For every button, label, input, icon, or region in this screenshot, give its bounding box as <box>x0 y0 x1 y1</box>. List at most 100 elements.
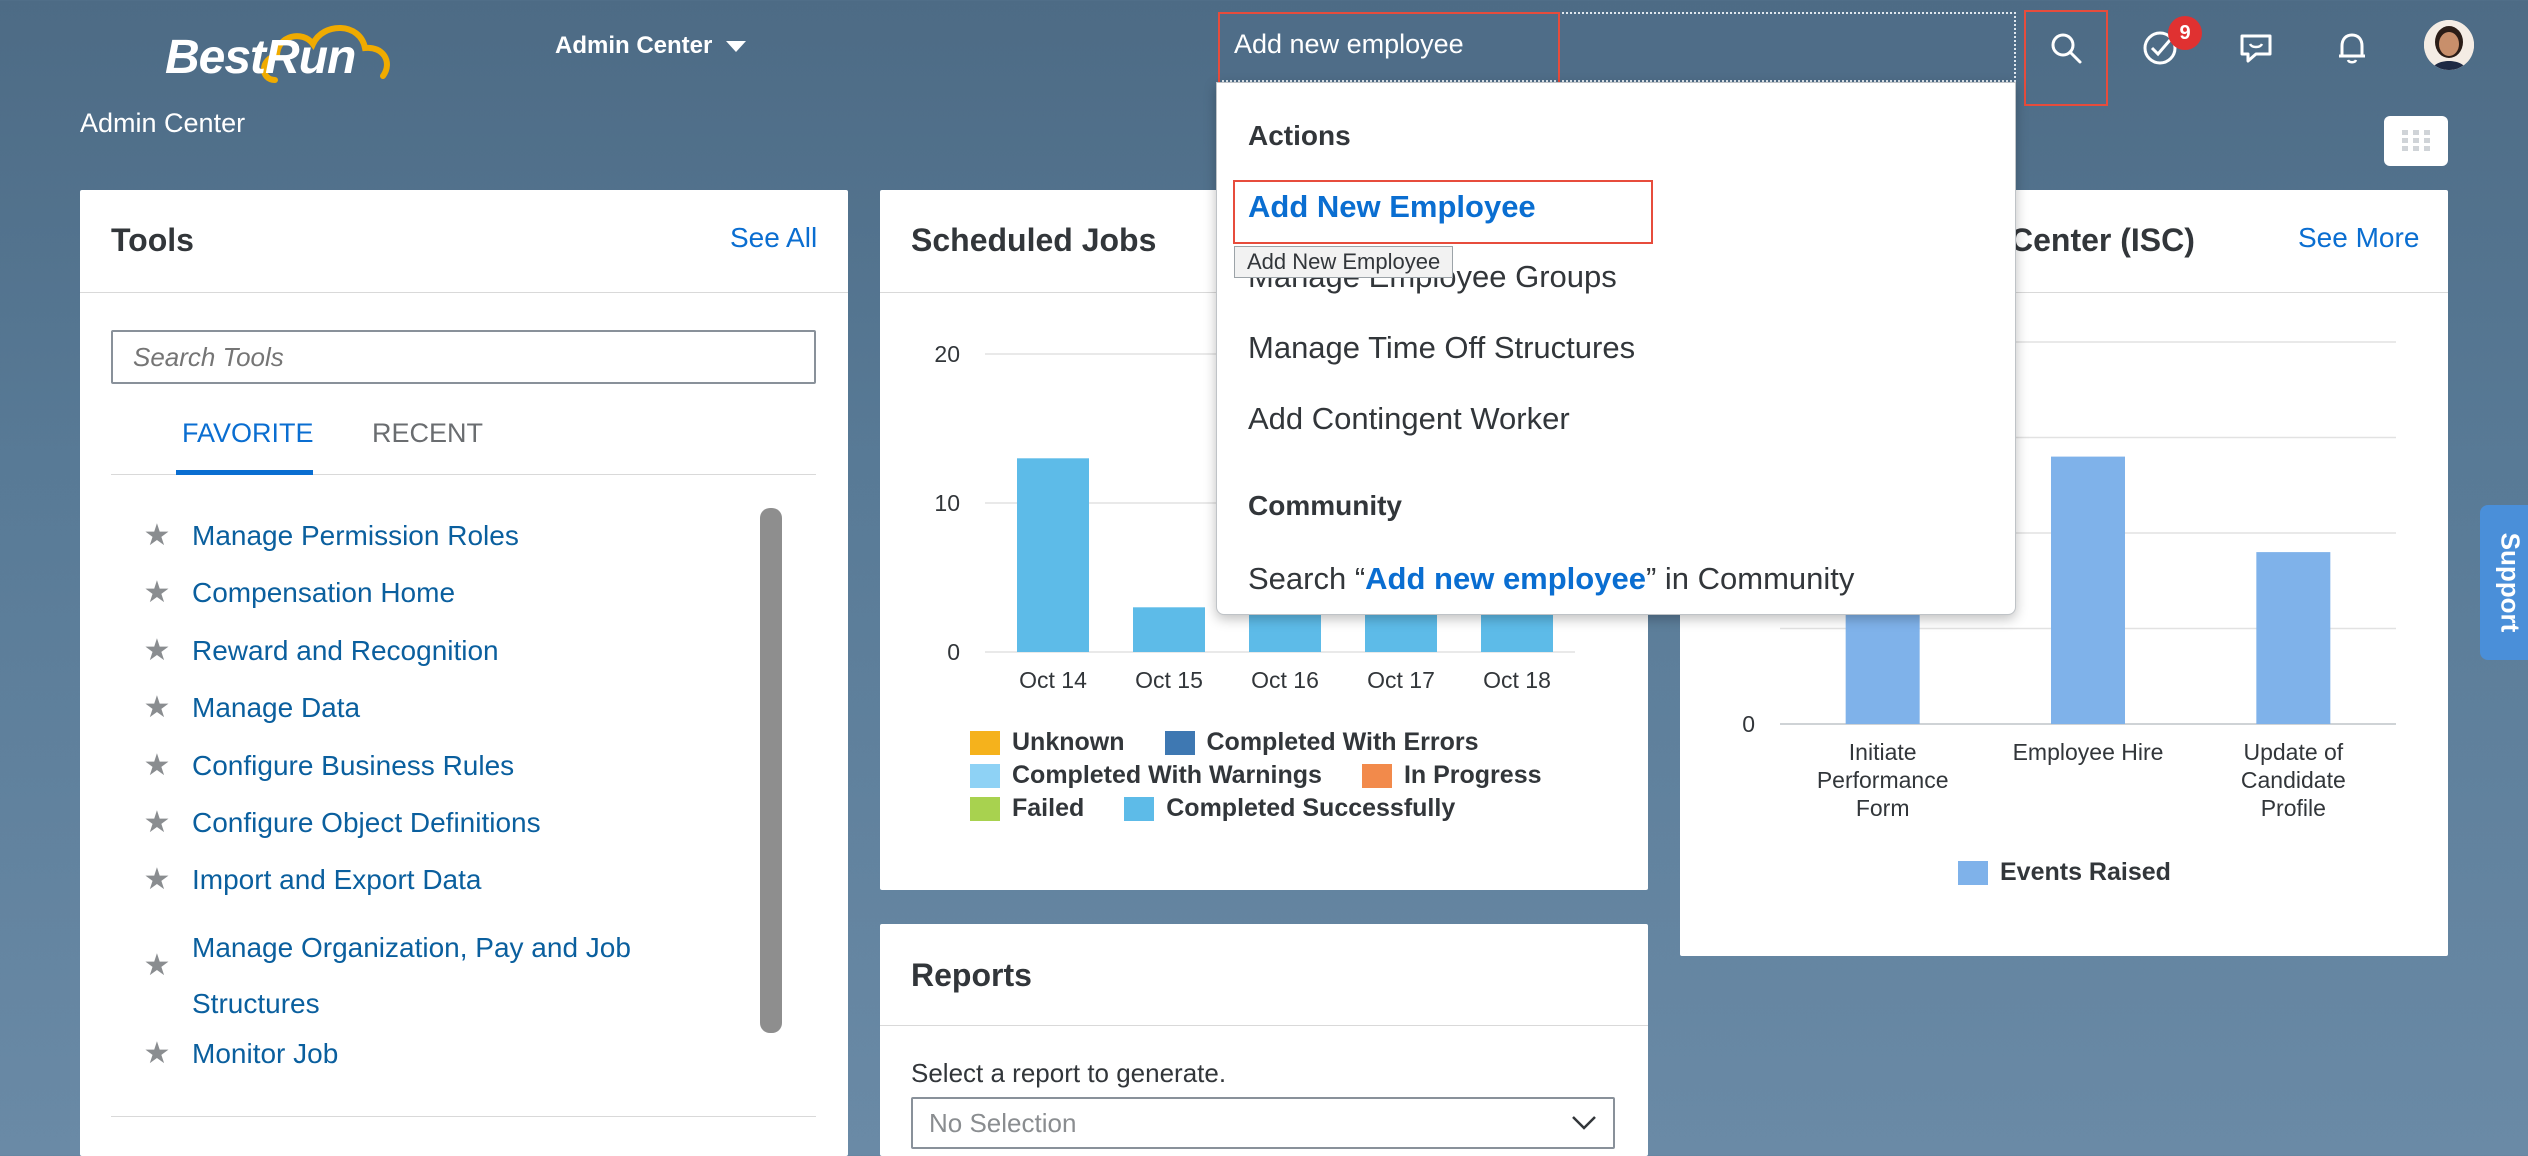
avatar[interactable] <box>2424 20 2474 70</box>
support-label: Support <box>2495 532 2526 633</box>
legend-label: Completed Successfully <box>1166 794 1456 822</box>
support-tab[interactable]: Support <box>2480 505 2528 660</box>
actions-header: Actions <box>1248 120 1351 151</box>
x-tick-label: Candidate <box>2241 767 2346 793</box>
tool-item-label-line: Structures <box>192 988 320 1019</box>
legend-swatch <box>1958 860 1988 885</box>
bar <box>1017 458 1089 652</box>
scrollbar[interactable] <box>760 508 782 1033</box>
legend-item: Completed Successfully <box>1124 794 1455 823</box>
report-select[interactable]: No Selection <box>911 1097 1615 1149</box>
legend-label: Events Raised <box>2000 858 2171 886</box>
reports-title: Reports <box>911 957 1032 993</box>
star-icon[interactable]: ★ <box>140 690 174 725</box>
tools-see-all-link[interactable]: See All <box>730 222 817 254</box>
bar <box>2051 456 2125 724</box>
x-tick-label: Form <box>1856 795 1910 821</box>
legend-swatch <box>970 796 1000 821</box>
bar <box>2256 552 2331 724</box>
y-tick-label: 0 <box>947 639 960 665</box>
community-suffix: ” in Community <box>1645 561 1855 596</box>
tool-item[interactable]: ★ Configure Object Definitions <box>140 805 760 840</box>
legend-swatch <box>970 763 1000 788</box>
chat-bubble-icon <box>2240 34 2272 63</box>
notification-badge: 9 <box>2168 16 2202 50</box>
report-select-value: No Selection <box>929 1107 1077 1138</box>
x-tick-label: Performance <box>1817 767 1949 793</box>
y-tick-label: 10 <box>934 490 960 516</box>
tile-layout-button[interactable] <box>2384 116 2448 166</box>
logo: BestRun <box>165 31 356 84</box>
divider <box>880 1025 1648 1026</box>
x-tick-label: Employee Hire <box>2013 739 2164 765</box>
tool-item-label: Monitor Job <box>192 1037 339 1069</box>
legend-item: In Progress <box>1361 761 1542 790</box>
legend-label: In Progress <box>1403 761 1542 789</box>
tab-recent[interactable]: RECENT <box>372 418 483 449</box>
suggestion-add-contingent-worker[interactable]: Add Contingent Worker <box>1248 401 1570 437</box>
y-tick-label: 0 <box>1742 711 1755 737</box>
search-icon <box>2051 33 2082 64</box>
x-tick-label: Profile <box>2261 795 2326 821</box>
tool-item-label: Reward and Recognition <box>192 634 499 666</box>
legend-swatch <box>1124 796 1155 821</box>
tab-favorite[interactable]: FAVORITE <box>182 418 314 449</box>
tool-item[interactable]: ★ Import and Export Data <box>140 862 760 897</box>
tool-item[interactable]: ★ Configure Business Rules <box>140 748 760 783</box>
tooltip: Add New Employee <box>1234 246 1454 278</box>
admin-center-menu[interactable]: Admin Center <box>555 32 747 60</box>
search-button[interactable] <box>2038 20 2094 76</box>
star-icon[interactable]: ★ <box>140 748 174 783</box>
star-icon[interactable]: ★ <box>140 633 174 668</box>
divider <box>111 1116 816 1117</box>
tools-title: Tools <box>111 222 194 258</box>
legend-item: Completed With Warnings <box>970 761 1322 790</box>
legend-swatch <box>970 730 1000 755</box>
chevron-down-icon <box>726 40 747 52</box>
tools-search-input[interactable] <box>111 330 816 384</box>
page-title: Admin Center <box>80 108 246 138</box>
star-icon[interactable]: ★ <box>140 948 174 983</box>
isc-see-more-link[interactable]: See More <box>2298 222 2419 254</box>
tool-item-label: Configure Object Definitions <box>192 806 541 838</box>
tool-item-label: Compensation Home <box>192 576 456 608</box>
highlight-search-input <box>1218 12 1560 92</box>
legend-item: Failed <box>970 794 1084 823</box>
community-prefix: Search “ <box>1248 561 1366 596</box>
admin-center-menu-label: Admin Center <box>555 32 713 59</box>
x-tick-label: Oct 15 <box>1135 667 1203 693</box>
x-tick-label: Oct 14 <box>1019 667 1087 693</box>
tool-item[interactable]: ★ Manage Organization, Pay and Job Struct… <box>140 920 760 1032</box>
user-photo-icon <box>2424 20 2474 70</box>
tool-item-label: Import and Export Data <box>192 863 482 895</box>
suggestion-manage-time-off-structures[interactable]: Manage Time Off Structures <box>1248 330 1635 366</box>
star-icon[interactable]: ★ <box>140 862 174 897</box>
grid-icon <box>2402 130 2430 151</box>
tool-item-label: Manage Data <box>192 691 361 723</box>
isc-legend: Events Raised <box>1958 858 2171 887</box>
star-icon[interactable]: ★ <box>140 805 174 840</box>
star-icon[interactable]: ★ <box>140 575 174 610</box>
active-tab-indicator <box>176 470 313 475</box>
tool-item[interactable]: ★ Reward and Recognition <box>140 633 760 668</box>
tool-item[interactable]: ★ Monitor Job <box>140 1036 760 1071</box>
bar <box>1133 607 1205 652</box>
tool-item-label-line: Manage Organization, Pay and Job <box>192 932 631 963</box>
x-tick-label: Oct 17 <box>1367 667 1435 693</box>
tool-item-label: Manage Organization, Pay and Job Structur… <box>192 920 631 1032</box>
y-tick-label: 20 <box>934 341 960 367</box>
star-icon[interactable]: ★ <box>140 1036 174 1071</box>
x-tick-label: Oct 16 <box>1251 667 1319 693</box>
tool-item[interactable]: ★ Manage Permission Roles <box>140 518 760 553</box>
x-tick-label: Update of <box>2243 739 2343 765</box>
suggestion-search-community[interactable]: Search “Add new employee” in Community <box>1248 561 1854 597</box>
notifications-button[interactable] <box>2324 20 2380 76</box>
chevron-down-icon <box>1572 1116 1596 1130</box>
tool-item[interactable]: ★ Compensation Home <box>140 575 760 610</box>
star-icon[interactable]: ★ <box>140 518 174 553</box>
tool-item[interactable]: ★ Manage Data <box>140 690 760 725</box>
x-tick-label: Initiate <box>1849 739 1917 765</box>
legend-label: Completed With Errors <box>1206 728 1479 756</box>
feedback-button[interactable] <box>2228 20 2284 76</box>
community-query: Add new employee <box>1365 561 1646 596</box>
